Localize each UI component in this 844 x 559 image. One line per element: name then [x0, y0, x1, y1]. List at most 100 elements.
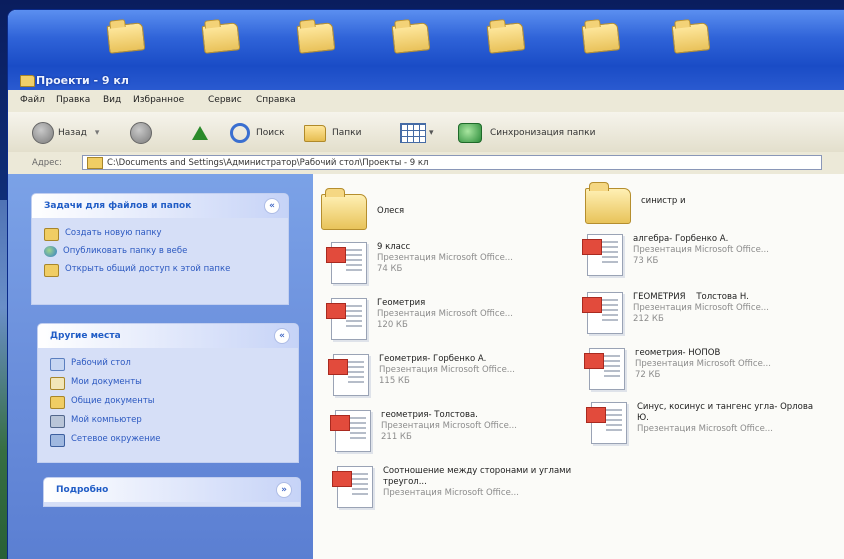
place-label: Рабочий стол: [71, 358, 131, 368]
item-size: 115 КБ: [379, 376, 410, 386]
folder-icon: [321, 188, 367, 230]
item-name: ГЕОМЕТРИЯ Толстова Н.: [633, 292, 750, 302]
task-publish-web[interactable]: Опубликовать папку в вебе: [44, 246, 187, 257]
explorer-window: Проекти - 9 кл Файл Правка Вид Избранное…: [8, 10, 844, 559]
item-size: 120 КБ: [377, 320, 408, 330]
title-bar[interactable]: Проекти - 9 кл: [8, 10, 844, 90]
chevron-down-icon: ▾: [94, 128, 100, 138]
sync-label: Синхронизация папки: [490, 128, 596, 138]
menu-view[interactable]: Вид: [103, 95, 121, 105]
share-folder-icon: [44, 264, 59, 277]
folders-label: Папки: [332, 128, 362, 138]
item-type: Презентация Microsoft Office...: [637, 424, 773, 434]
search-button[interactable]: Поиск: [230, 122, 285, 144]
item-type: Презентация Microsoft Office...: [383, 488, 519, 498]
shared-documents-icon: [50, 396, 65, 409]
network-icon: [50, 434, 65, 447]
tasks-panel-title: Задачи для файлов и папок: [44, 201, 192, 211]
item-size: 212 КБ: [633, 314, 664, 324]
folder-item[interactable]: синистр и: [585, 182, 686, 224]
places-panel-title: Другие места: [50, 331, 121, 341]
item-type: Презентация Microsoft Office...: [377, 309, 513, 319]
place-my-computer[interactable]: Мой компьютер: [50, 415, 142, 428]
search-icon: [230, 123, 250, 143]
new-folder-icon: [44, 228, 59, 241]
forward-button[interactable]: [130, 122, 152, 144]
item-name: Геометрия: [377, 298, 426, 308]
menu-edit[interactable]: Правка: [56, 95, 90, 105]
folder-icon: [486, 22, 526, 54]
item-size: 211 КБ: [381, 432, 412, 442]
item-type: Презентация Microsoft Office...: [633, 303, 769, 313]
powerpoint-file-icon: [326, 298, 367, 340]
file-item[interactable]: геометрия- НОПОВ Презентация Microsoft O…: [584, 348, 771, 390]
task-new-folder[interactable]: Создать новую папку: [44, 228, 162, 241]
views-button[interactable]: ▾: [400, 122, 434, 144]
powerpoint-file-icon: [582, 234, 623, 276]
place-my-documents[interactable]: Мои документы: [50, 377, 142, 390]
powerpoint-file-icon: [326, 242, 367, 284]
item-name: Геометрия- Горбенко А.: [379, 354, 487, 364]
item-size: 72 КБ: [635, 370, 661, 380]
collapse-icon[interactable]: «: [264, 198, 280, 214]
up-button[interactable]: [192, 122, 208, 144]
details-panel-title: Подробно: [56, 485, 109, 495]
powerpoint-file-icon: [582, 292, 623, 334]
back-button[interactable]: Назад ▾: [32, 122, 99, 144]
menu-file[interactable]: Файл: [20, 95, 45, 105]
chevron-down-icon: ▾: [429, 128, 434, 138]
collapse-icon[interactable]: «: [274, 328, 290, 344]
place-label: Мой компьютер: [71, 415, 142, 425]
title-folder-decoration: [8, 22, 844, 64]
task-label: Опубликовать папку в вебе: [63, 246, 188, 256]
menu-bar: Файл Правка Вид Избранное Сервис Справка: [8, 90, 844, 113]
item-name: Соотношение между сторонами и углами тре…: [383, 466, 572, 487]
folder-icon: [581, 22, 621, 54]
file-item[interactable]: алгебра- Горбенко А. Презентация Microso…: [582, 234, 769, 276]
folders-icon: [304, 124, 326, 142]
place-label: Общие документы: [71, 396, 155, 406]
folder-icon: [391, 22, 431, 54]
file-item[interactable]: Синус, косинус и тангенс угла- Орлова Ю.…: [586, 402, 831, 444]
expand-icon[interactable]: »: [276, 482, 292, 498]
item-name: Олеся: [377, 206, 405, 216]
places-panel-header[interactable]: Другие места «: [38, 324, 298, 348]
file-item[interactable]: геометрия- Толстова. Презентация Microso…: [330, 410, 517, 452]
place-desktop[interactable]: Рабочий стол: [50, 358, 131, 371]
sync-icon: [458, 123, 482, 143]
powerpoint-file-icon: [330, 410, 371, 452]
file-item[interactable]: 9 класс Презентация Microsoft Office... …: [326, 242, 513, 284]
folder-item[interactable]: Олеся: [321, 188, 405, 230]
item-name: алгебра- Горбенко А.: [633, 234, 729, 244]
my-computer-icon: [50, 415, 65, 428]
file-item[interactable]: ГЕОМЕТРИЯ Толстова Н. Презентация Micros…: [582, 292, 769, 334]
folders-button[interactable]: Папки: [304, 122, 361, 144]
task-label: Создать новую папку: [65, 228, 162, 238]
file-item[interactable]: Геометрия- Горбенко А. Презентация Micro…: [328, 354, 515, 396]
powerpoint-file-icon: [584, 348, 625, 390]
file-item[interactable]: Соотношение между сторонами и углами тре…: [332, 466, 577, 508]
sync-button[interactable]: Синхронизация папки: [458, 122, 595, 144]
file-list: Олеся синистр и 9 класс Презентация Micr…: [313, 174, 844, 559]
powerpoint-file-icon: [586, 402, 627, 444]
task-share-folder[interactable]: Открыть общий доступ к этой папке: [44, 264, 264, 277]
details-panel: Подробно »: [44, 478, 300, 506]
file-item[interactable]: Геометрия Презентация Microsoft Office..…: [326, 298, 513, 340]
task-label: Открыть общий доступ к этой папке: [65, 264, 231, 274]
folder-icon: [87, 156, 103, 169]
item-name: 9 класс: [377, 242, 411, 252]
menu-favorites[interactable]: Избранное: [133, 95, 184, 105]
folder-icon: [201, 22, 241, 54]
place-label: Мои документы: [71, 377, 142, 387]
tasks-panel-header[interactable]: Задачи для файлов и папок «: [32, 194, 288, 218]
place-shared-documents[interactable]: Общие документы: [50, 396, 155, 409]
details-panel-header[interactable]: Подробно »: [44, 478, 300, 502]
menu-tools[interactable]: Сервис: [208, 95, 242, 105]
place-network[interactable]: Сетевое окружение: [50, 434, 160, 447]
address-input[interactable]: C:\Documents and Settings\Администратор\…: [82, 155, 822, 170]
item-size: 73 КБ: [633, 256, 659, 266]
menu-help[interactable]: Справка: [256, 95, 296, 105]
folder-icon: [106, 22, 146, 54]
item-size: 74 КБ: [377, 264, 403, 274]
search-label: Поиск: [256, 128, 285, 138]
